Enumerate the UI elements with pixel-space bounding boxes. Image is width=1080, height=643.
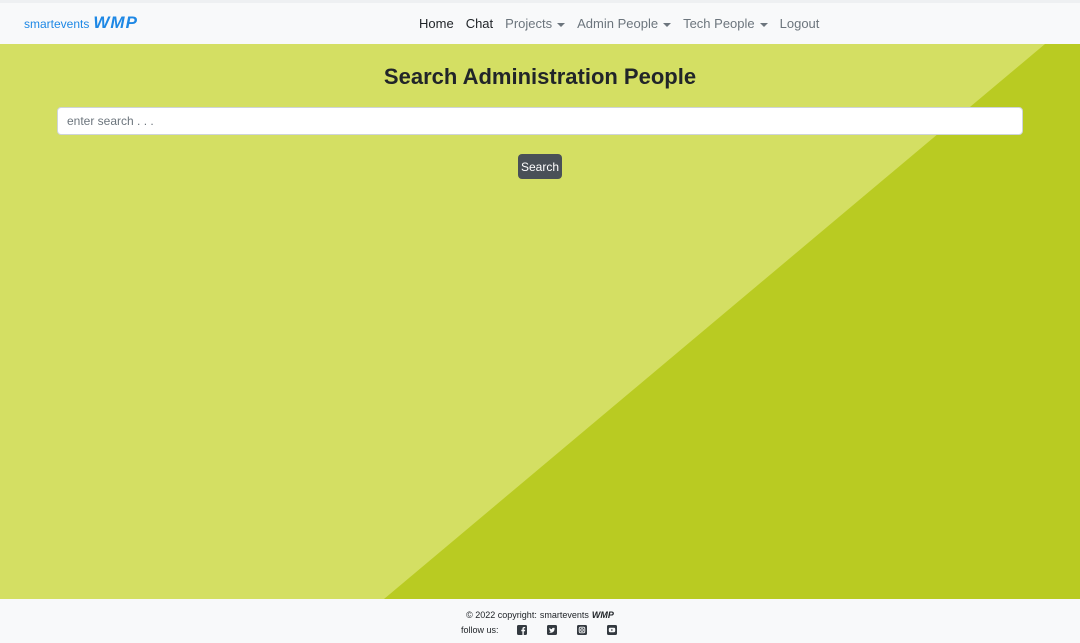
instagram-icon[interactable]	[576, 625, 587, 635]
navbar: smartevents WMP Home Chat Projects Admin…	[0, 0, 1080, 44]
follow-label: follow us:	[461, 625, 499, 635]
twitter-icon[interactable]	[546, 625, 557, 635]
nav-tech-people-dropdown[interactable]: Tech People	[683, 16, 768, 31]
footer-brand-small: smartevents	[539, 610, 589, 620]
nav-home[interactable]: Home	[419, 16, 454, 31]
brand-name-big: WMP	[93, 13, 138, 32]
footer-brand-big: WMP	[591, 610, 614, 620]
chevron-down-icon	[759, 22, 768, 27]
nav-chat[interactable]: Chat	[466, 16, 493, 31]
brand-logo[interactable]: smartevents WMP	[24, 13, 138, 33]
nav-admin-people-dropdown[interactable]: Admin People	[577, 16, 672, 31]
search-button[interactable]: Search	[518, 154, 562, 179]
nav-admin-people-label: Admin People	[577, 16, 659, 31]
copyright: © 2022 copyright: smartevents WMP	[0, 610, 1080, 620]
copyright-text: © 2022 copyright:	[466, 610, 537, 620]
nav-projects-dropdown[interactable]: Projects	[505, 16, 566, 31]
chevron-down-icon	[663, 22, 672, 27]
page-title: Search Administration People	[383, 64, 697, 89]
nav-menu: Home Chat Projects Admin People Tech Peo…	[419, 16, 831, 31]
main-content: Search Administration People Search	[0, 44, 1080, 599]
nav-logout[interactable]: Logout	[780, 16, 820, 31]
follow-us: follow us:	[461, 625, 637, 635]
nav-tech-people-label: Tech People	[683, 16, 755, 31]
youtube-icon[interactable]	[606, 625, 617, 635]
chevron-down-icon	[557, 22, 566, 27]
facebook-icon[interactable]	[516, 625, 527, 635]
brand-name-small: smartevents	[24, 17, 90, 31]
footer: © 2022 copyright: smartevents WMP follow…	[0, 599, 1080, 643]
search-input[interactable]	[57, 107, 1023, 135]
nav-projects-label: Projects	[505, 16, 553, 31]
